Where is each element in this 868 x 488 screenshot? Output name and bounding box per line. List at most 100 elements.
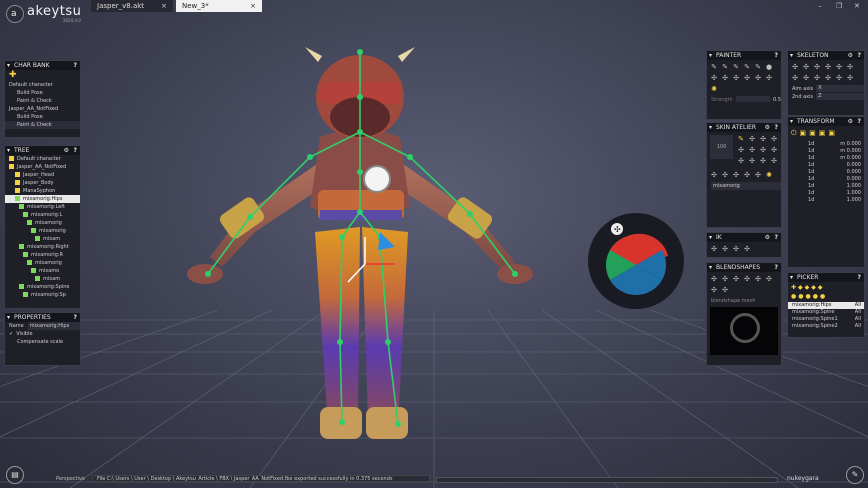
picker-tool-icon[interactable]: ◆ — [798, 284, 803, 291]
gear-icon[interactable]: ⚙ — [765, 123, 770, 132]
close-icon[interactable]: × — [161, 0, 167, 12]
picker-tool-icon[interactable]: ● — [820, 293, 825, 300]
transform-key[interactable]: 1d — [808, 141, 814, 148]
tree-item[interactable]: mixamorig — [5, 259, 80, 267]
picker-tool-icon[interactable]: ✚ — [791, 284, 796, 291]
joint-icon[interactable]: ✣ — [791, 63, 799, 71]
tool-icon[interactable]: ✣ — [721, 171, 729, 179]
tree-item[interactable]: mixamorig:Right — [5, 243, 80, 251]
close-icon[interactable]: × — [250, 0, 256, 12]
help-icon[interactable]: ? — [74, 313, 77, 322]
tool-icon[interactable]: ✣ — [732, 171, 740, 179]
list-item[interactable]: Build Pose — [5, 89, 80, 97]
view-menu-button[interactable]: ▤ — [6, 466, 24, 484]
picker-tool-icon[interactable]: ◆ — [811, 284, 816, 291]
tool-icon[interactable]: ✣ — [732, 275, 740, 283]
picker-tool-icon[interactable]: ● — [813, 293, 818, 300]
tool-icon[interactable]: ✣ — [737, 146, 745, 154]
tool-icon[interactable]: ✣ — [765, 275, 773, 283]
add-character-icon[interactable]: ✚ — [5, 70, 80, 81]
lock-icon[interactable]: ▣ — [800, 129, 807, 138]
restore-button[interactable]: ❐ — [836, 2, 842, 10]
tree-item[interactable]: mixamorig:Sp — [5, 291, 80, 299]
tool-icon[interactable]: ✣ — [748, 135, 756, 143]
joint-icon[interactable]: ✣ — [824, 74, 832, 82]
tool-icon[interactable]: ✣ — [732, 245, 740, 253]
list-item[interactable]: Default character — [5, 81, 80, 89]
color-wheel[interactable]: ✣ — [588, 213, 684, 309]
help-icon[interactable]: ? — [775, 263, 778, 272]
tool-icon[interactable]: ✣ — [759, 146, 767, 154]
transform-value[interactable]: 1.000 — [817, 183, 864, 190]
tab-new3[interactable]: New_3* × — [176, 0, 262, 12]
gear-icon[interactable]: ⚙ — [765, 233, 770, 242]
picker-item[interactable]: mixamorig:Spine All — [788, 309, 864, 316]
list-item[interactable]: Build Pose — [5, 113, 80, 121]
tool-icon[interactable]: ✣ — [759, 135, 767, 143]
tool-icon[interactable]: ✣ — [710, 171, 718, 179]
tool-icon[interactable]: ✣ — [765, 74, 773, 82]
transform-key[interactable]: 1d — [808, 155, 814, 162]
tool-icon[interactable]: ✣ — [743, 171, 751, 179]
transform-key[interactable]: 1d — [808, 148, 814, 155]
gear-icon[interactable]: ⚙ — [848, 51, 853, 60]
gear-icon[interactable]: ⚙ — [64, 146, 69, 155]
minimize-button[interactable]: – — [818, 2, 822, 10]
tree-item[interactable]: mixamorig:Left — [5, 203, 80, 211]
transform-value[interactable]: m 0.000 — [817, 155, 864, 162]
tool-icon[interactable]: ✣ — [710, 275, 718, 283]
tool-icon[interactable]: ✣ — [721, 275, 729, 283]
lock-icon[interactable]: ▣ — [828, 129, 835, 138]
joint-icon[interactable]: ✣ — [824, 63, 832, 71]
character-viewport-model[interactable] — [170, 42, 540, 457]
tool-icon[interactable]: ✣ — [743, 245, 751, 253]
tree-title[interactable]: TREE ⚙? — [5, 146, 80, 155]
compensate-row[interactable]: Compensate scale — [5, 338, 80, 346]
transform-key[interactable]: 1d — [808, 190, 814, 197]
tool-icon[interactable]: ✣ — [743, 275, 751, 283]
tool-icon[interactable]: ✣ — [748, 157, 756, 165]
name-field[interactable]: mixamorig:Hips — [27, 322, 80, 330]
tab-jasper[interactable]: Jasper_v8.akt × — [91, 0, 173, 12]
help-icon[interactable]: ? — [775, 51, 778, 60]
help-icon[interactable]: ? — [74, 146, 77, 155]
tree-item[interactable]: mixam — [5, 235, 80, 243]
strength-slider[interactable] — [735, 96, 771, 102]
transform-value[interactable]: m 0.000 — [817, 141, 864, 148]
visible-row[interactable]: ✓ Visible — [5, 330, 80, 338]
transform-key[interactable]: 1d — [808, 197, 814, 204]
help-icon[interactable]: ? — [858, 117, 861, 126]
brush-icon[interactable]: ✎ — [732, 63, 740, 71]
picker-item[interactable]: mixamorig:Hips All — [788, 302, 864, 309]
sun-icon[interactable]: ✺ — [765, 171, 773, 179]
visible-checkbox[interactable]: ✓ — [9, 331, 13, 337]
painter-title[interactable]: PAINTER? — [707, 51, 781, 60]
brush-icon[interactable]: ✎ — [754, 63, 762, 71]
window-close-button[interactable]: ✕ — [854, 2, 860, 10]
sun-icon[interactable]: ✺ — [710, 85, 718, 93]
tool-icon[interactable]: ✣ — [770, 146, 778, 154]
picker-tool-icon[interactable]: ● — [798, 293, 803, 300]
help-icon[interactable]: ? — [74, 61, 77, 70]
brush-icon[interactable]: ✎ — [737, 135, 745, 143]
transform-value[interactable]: 1.000 — [817, 197, 864, 204]
tool-icon[interactable]: ✣ — [743, 74, 751, 82]
joint-icon[interactable]: ✣ — [813, 74, 821, 82]
blendshape-dropdown[interactable]: blendshape mesh — [707, 297, 781, 305]
joint-icon[interactable]: ✣ — [802, 74, 810, 82]
gear-icon[interactable]: ⚙ — [848, 117, 853, 126]
bone-field[interactable]: mixamorig — [711, 182, 781, 190]
picker-tool-icon[interactable]: ● — [806, 293, 811, 300]
aim-axis-select[interactable]: X — [816, 85, 864, 92]
blendshapes-title[interactable]: BLENDSHAPES? — [707, 263, 781, 272]
power-icon[interactable]: ⏻ — [791, 129, 797, 138]
picker-item[interactable]: mixamorig:Spine1 All — [788, 316, 864, 323]
tree-item[interactable]: mixamorig — [5, 227, 80, 235]
tool-icon[interactable]: ✣ — [710, 245, 718, 253]
transform-value[interactable]: 0.000 — [817, 176, 864, 183]
transform-value[interactable]: m 0.000 — [817, 148, 864, 155]
tool-icon[interactable]: ✣ — [754, 74, 762, 82]
lock-icon[interactable]: ▣ — [809, 129, 816, 138]
tree-item[interactable]: mixamorig:Spine — [5, 283, 80, 291]
wrench-icon[interactable]: ✎ — [846, 466, 864, 484]
